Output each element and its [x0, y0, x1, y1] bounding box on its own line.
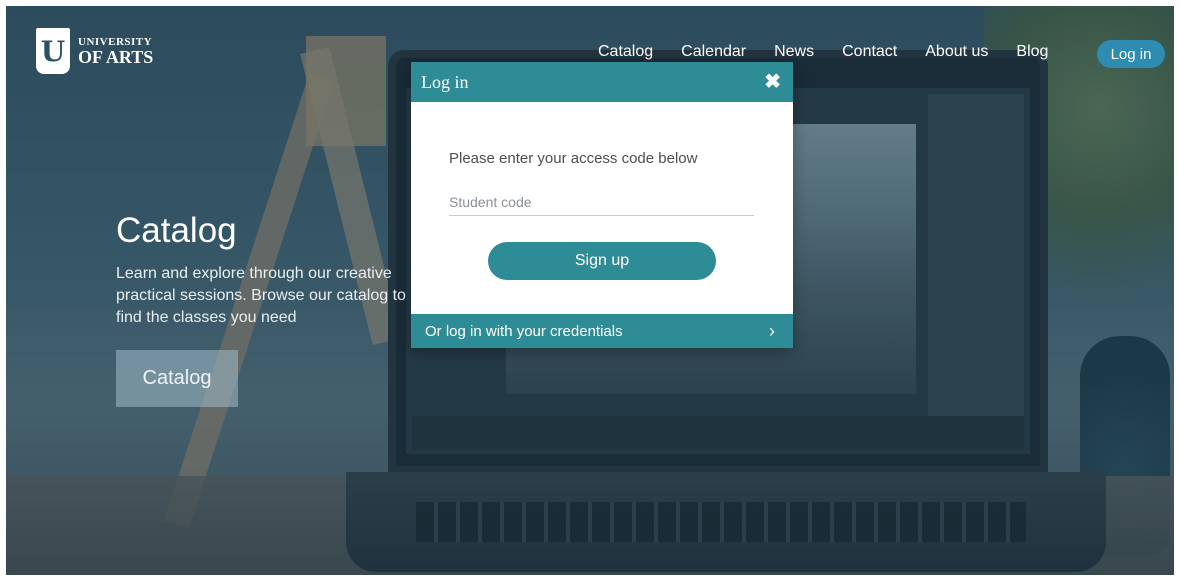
- credentials-login-link[interactable]: Or log in with your credentials ›: [411, 314, 793, 348]
- logo-mark: U: [36, 28, 70, 74]
- nav-item-catalog[interactable]: Catalog: [598, 43, 653, 61]
- logo-text: UNIVERSITY OF ARTS: [78, 35, 154, 67]
- page-frame: U UNIVERSITY OF ARTS Catalog Calendar Ne…: [0, 0, 1180, 581]
- nav-item-blog[interactable]: Blog: [1016, 43, 1048, 61]
- student-code-input[interactable]: [449, 188, 754, 216]
- nav-item-news[interactable]: News: [774, 43, 814, 61]
- nav-item-calendar[interactable]: Calendar: [681, 43, 746, 61]
- chevron-right-icon: ›: [769, 320, 775, 341]
- modal-body: Please enter your access code below Sign…: [411, 102, 793, 314]
- nav-item-contact[interactable]: Contact: [842, 43, 897, 61]
- logo-line-university: UNIVERSITY: [78, 35, 153, 48]
- hero-description: Learn and explore through our creative p…: [116, 265, 406, 326]
- modal-header: Log in ✖: [411, 62, 793, 102]
- nav-item-about-us[interactable]: About us: [925, 43, 988, 61]
- close-icon[interactable]: ✖: [764, 72, 781, 92]
- sign-up-button[interactable]: Sign up: [488, 242, 716, 280]
- hero-title: Catalog: [116, 211, 237, 250]
- catalog-button[interactable]: Catalog: [116, 350, 238, 407]
- logo-line-of-arts: OF ARTS: [78, 46, 154, 67]
- site-logo[interactable]: U UNIVERSITY OF ARTS: [36, 28, 153, 74]
- login-button[interactable]: Log in: [1097, 40, 1165, 68]
- access-code-prompt: Please enter your access code below: [449, 150, 698, 167]
- main-nav: Catalog Calendar News Contact About us B…: [598, 43, 1048, 61]
- credentials-login-label: Or log in with your credentials: [425, 322, 623, 340]
- login-modal: Log in ✖ Please enter your access code b…: [411, 62, 793, 348]
- modal-title: Log in: [421, 71, 469, 92]
